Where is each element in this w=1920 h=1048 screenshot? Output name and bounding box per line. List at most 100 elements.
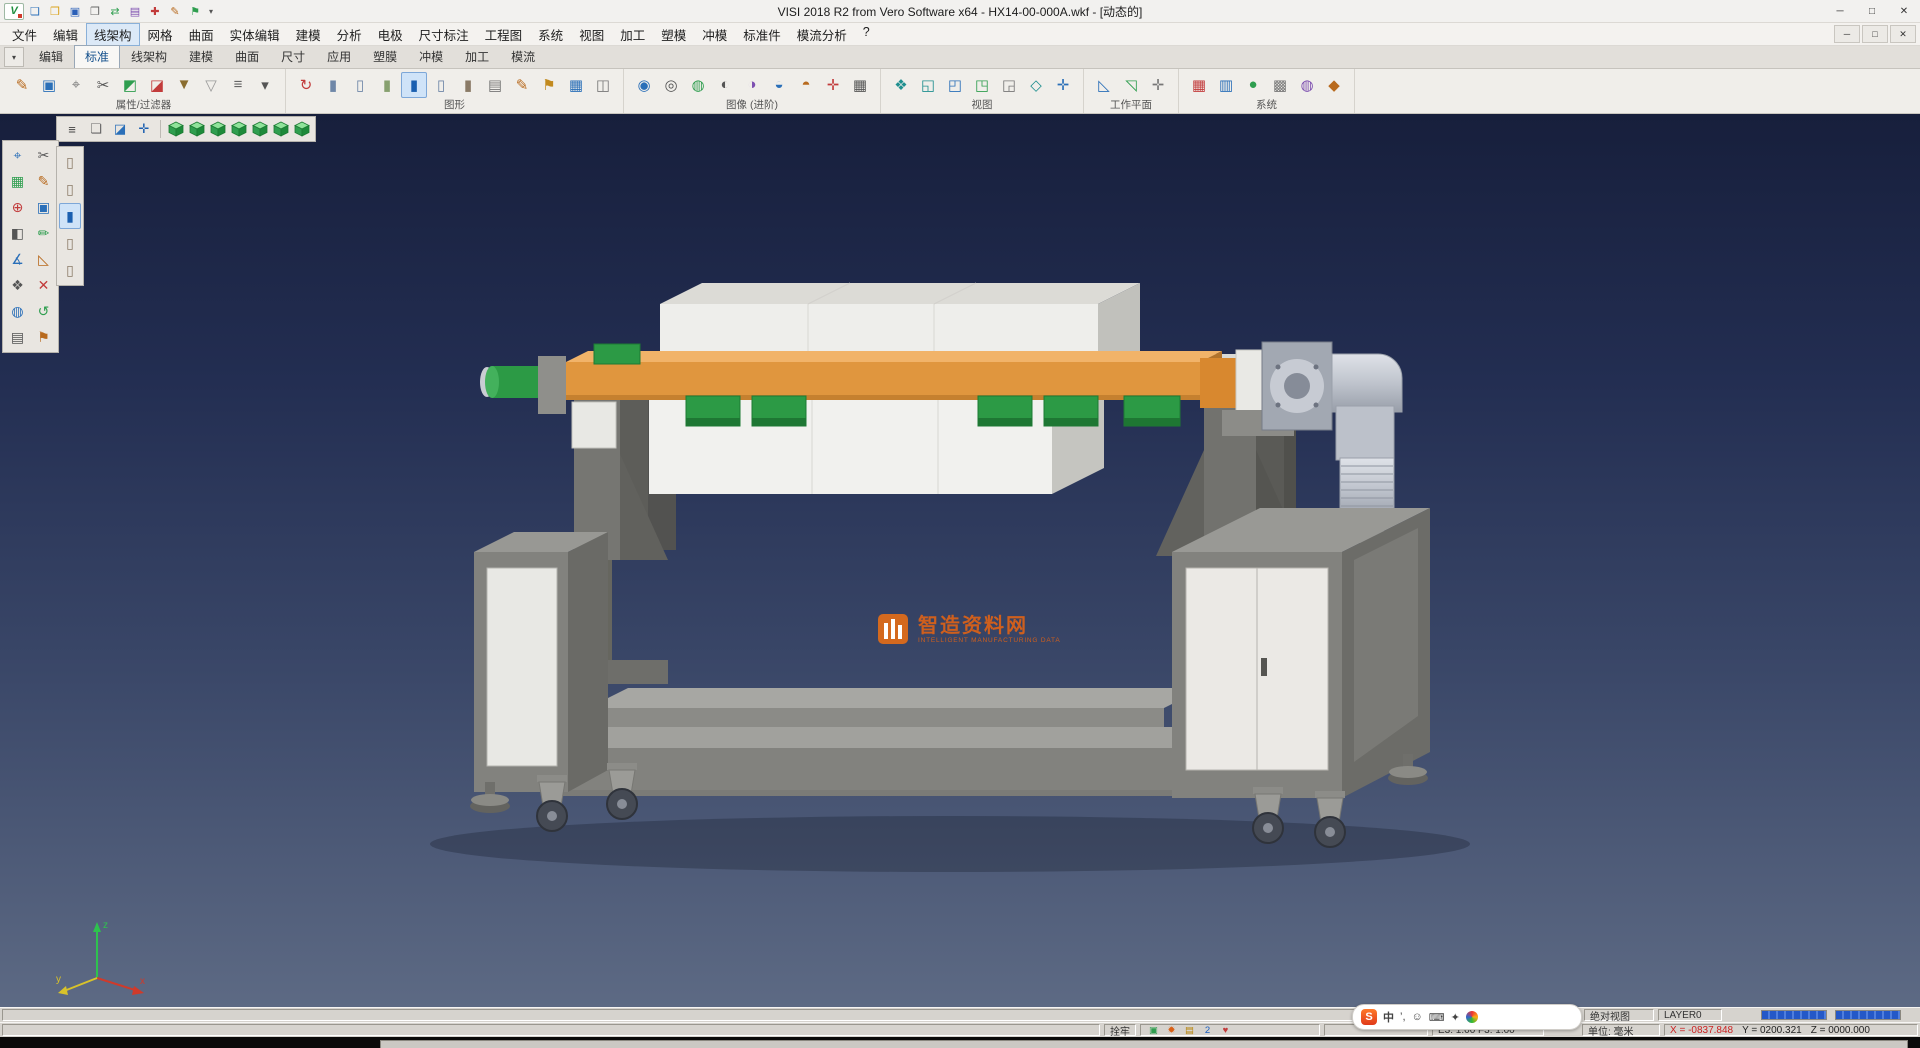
ime-emoji-icon[interactable]: ☺ bbox=[1412, 1011, 1423, 1023]
ribbon-icon[interactable]: ✂ bbox=[90, 72, 116, 98]
status-layer[interactable]: LAYER0 bbox=[1658, 1009, 1722, 1021]
menu-item[interactable]: 工程图 bbox=[477, 23, 531, 46]
quick-access-icon[interactable]: ✚ bbox=[146, 3, 164, 19]
menu-item[interactable]: 模流分析 bbox=[789, 23, 855, 46]
3d-viewport[interactable]: ≡❏◪✛ ⌖✂▦✎⊕▣◧✏∡◺❖✕◍↺▤⚑ ▯▯▮▯▯ 智造资料网 INT bbox=[0, 114, 1920, 1007]
menu-item[interactable]: 加工 bbox=[612, 23, 653, 46]
ribbon-icon[interactable]: ◒ bbox=[766, 72, 792, 98]
ime-punctuation-toggle[interactable]: ’, bbox=[1400, 1011, 1406, 1023]
palette-tool-icon[interactable]: ▦ bbox=[5, 169, 30, 194]
status-units[interactable]: 单位: 毫米 bbox=[1582, 1024, 1660, 1036]
ribbon-icon[interactable]: ◲ bbox=[996, 72, 1022, 98]
ribbon-icon[interactable]: ● bbox=[1240, 72, 1266, 98]
ribbon-tab[interactable]: 标准 bbox=[74, 45, 120, 68]
palette-tool-icon[interactable]: ❖ bbox=[5, 273, 30, 298]
menu-item[interactable]: 冲模 bbox=[694, 23, 735, 46]
menu-item[interactable]: 标准件 bbox=[735, 23, 789, 46]
ribbon-icon[interactable]: ◐ bbox=[712, 72, 738, 98]
palette-tool-icon[interactable]: ✕ bbox=[31, 273, 56, 298]
ribbon-tab[interactable]: 冲模 bbox=[408, 45, 454, 68]
view-cube-icon[interactable] bbox=[187, 120, 206, 139]
ribbon-icon[interactable]: ▩ bbox=[1267, 72, 1293, 98]
ime-toolbox-icon[interactable]: ✦ bbox=[1451, 1011, 1460, 1024]
view-tool-icon[interactable]: ≡ bbox=[61, 118, 83, 140]
status-icon[interactable]: ✹ bbox=[1164, 1025, 1179, 1036]
ime-language-toggle[interactable]: 中 bbox=[1383, 1009, 1394, 1025]
sogou-logo-icon[interactable]: S bbox=[1361, 1009, 1377, 1025]
ribbon-icon[interactable]: ↻ bbox=[293, 72, 319, 98]
ribbon-icon[interactable]: ◉ bbox=[631, 72, 657, 98]
ribbon-icon[interactable]: ◇ bbox=[1023, 72, 1049, 98]
quick-access-more-icon[interactable]: ▾ bbox=[206, 7, 216, 16]
status-icon[interactable]: 2 bbox=[1200, 1025, 1215, 1036]
quick-access-icon[interactable]: ▤ bbox=[126, 3, 144, 19]
quick-access-icon[interactable]: ❒ bbox=[46, 3, 64, 19]
ribbon-icon[interactable]: ▾ bbox=[252, 72, 278, 98]
quick-access-icon[interactable]: ❏ bbox=[26, 3, 44, 19]
view-cube-icon[interactable] bbox=[250, 120, 269, 139]
ribbon-icon[interactable]: ▯ bbox=[347, 72, 373, 98]
ribbon-icon[interactable]: ◳ bbox=[969, 72, 995, 98]
view-cube-icon[interactable] bbox=[271, 120, 290, 139]
menu-item[interactable]: 实体编辑 bbox=[222, 23, 288, 46]
quick-access-icon[interactable]: ⚑ bbox=[186, 3, 204, 19]
ribbon-icon[interactable]: ❖ bbox=[888, 72, 914, 98]
menu-item[interactable]: 尺寸标注 bbox=[411, 23, 477, 46]
ribbon-icon[interactable]: ▮ bbox=[401, 72, 427, 98]
strip-tool-icon[interactable]: ▯ bbox=[59, 149, 81, 175]
menu-item[interactable]: ? bbox=[855, 23, 878, 46]
status-view-mode[interactable]: 绝对视图 bbox=[1584, 1009, 1654, 1021]
menu-item[interactable]: 塑模 bbox=[653, 23, 694, 46]
ribbon-tab[interactable]: 曲面 bbox=[224, 45, 270, 68]
ribbon-icon[interactable]: ◍ bbox=[1294, 72, 1320, 98]
strip-tool-icon[interactable]: ▯ bbox=[59, 257, 81, 283]
ribbon-icon[interactable]: ◓ bbox=[793, 72, 819, 98]
palette-tool-icon[interactable]: ◧ bbox=[5, 221, 30, 246]
ribbon-icon[interactable]: ▽ bbox=[198, 72, 224, 98]
status-icon[interactable]: ♥ bbox=[1218, 1025, 1233, 1036]
palette-tool-icon[interactable]: ▤ bbox=[5, 325, 30, 350]
ribbon-icon[interactable]: ▦ bbox=[847, 72, 873, 98]
palette-tool-icon[interactable]: ✂ bbox=[31, 143, 56, 168]
ribbon-tab[interactable]: 建模 bbox=[178, 45, 224, 68]
menu-item[interactable]: 视图 bbox=[571, 23, 612, 46]
palette-tool-icon[interactable]: ↺ bbox=[31, 299, 56, 324]
menu-item[interactable]: 曲面 bbox=[181, 23, 222, 46]
status-snap-lock[interactable]: 拴牢 bbox=[1104, 1024, 1136, 1036]
palette-tool-icon[interactable]: ✎ bbox=[31, 169, 56, 194]
view-tool-icon[interactable]: ❏ bbox=[85, 118, 107, 140]
ribbon-tab[interactable]: 应用 bbox=[316, 45, 362, 68]
view-cube-icon[interactable] bbox=[166, 120, 185, 139]
ribbon-icon[interactable]: ◱ bbox=[915, 72, 941, 98]
ribbon-icon[interactable]: ▮ bbox=[320, 72, 346, 98]
palette-tool-icon[interactable]: ◺ bbox=[31, 247, 56, 272]
palette-tool-icon[interactable]: ⚑ bbox=[31, 325, 56, 350]
palette-tool-icon[interactable]: ✏ bbox=[31, 221, 56, 246]
menu-item[interactable]: 电极 bbox=[370, 23, 411, 46]
palette-tool-icon[interactable]: ⌖ bbox=[5, 143, 30, 168]
visi-logo-icon[interactable]: V bbox=[4, 3, 24, 20]
ribbon-tab[interactable]: 模流 bbox=[500, 45, 546, 68]
ribbon-icon[interactable]: ▮ bbox=[455, 72, 481, 98]
ribbon-icon[interactable]: ▥ bbox=[1213, 72, 1239, 98]
mdi-control-button[interactable]: □ bbox=[1862, 25, 1888, 43]
status-icon[interactable]: ▣ bbox=[1146, 1025, 1161, 1036]
strip-tool-icon[interactable]: ▮ bbox=[59, 203, 81, 229]
palette-tool-icon[interactable]: ◍ bbox=[5, 299, 30, 324]
ribbon-icon[interactable]: ⚑ bbox=[536, 72, 562, 98]
ribbon-icon[interactable]: ◍ bbox=[685, 72, 711, 98]
palette-tool-icon[interactable]: ⊕ bbox=[5, 195, 30, 220]
ribbon-tab[interactable]: 加工 bbox=[454, 45, 500, 68]
window-control-button[interactable]: ✕ bbox=[1888, 0, 1920, 22]
ribbon-icon[interactable]: ◪ bbox=[144, 72, 170, 98]
ribbon-icon[interactable]: ▮ bbox=[374, 72, 400, 98]
strip-tool-icon[interactable]: ▯ bbox=[59, 230, 81, 256]
view-cube-icon[interactable] bbox=[292, 120, 311, 139]
palette-tool-icon[interactable]: ∡ bbox=[5, 247, 30, 272]
view-cube-icon[interactable] bbox=[208, 120, 227, 139]
ribbon-icon[interactable]: ▤ bbox=[482, 72, 508, 98]
ribbon-icon[interactable]: ▦ bbox=[563, 72, 589, 98]
mdi-control-button[interactable]: ─ bbox=[1834, 25, 1860, 43]
ribbon-icon[interactable]: ≡ bbox=[225, 72, 251, 98]
view-cube-icon[interactable] bbox=[229, 120, 248, 139]
